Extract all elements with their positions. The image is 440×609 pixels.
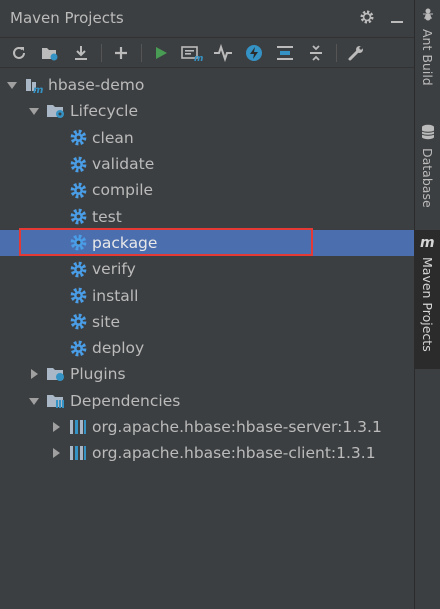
sidebar-tab-label: Maven Projects [420,257,435,352]
collapsed-arrow-icon[interactable] [28,368,40,380]
dependencies-label: Dependencies [70,391,181,410]
lifecycle-phase-deploy[interactable]: deploy [0,335,414,361]
expanded-arrow-icon[interactable] [28,105,40,117]
phase-label: compile [92,181,154,200]
gear-icon[interactable] [358,8,376,26]
svg-text:m: m [194,54,203,62]
run-icon[interactable] [148,40,174,66]
phase-label: site [92,312,120,331]
sidebar-tab-maven-projects[interactable]: m Maven Projects [415,230,440,369]
show-dependencies-icon[interactable] [272,40,298,66]
execute-goal-icon[interactable]: m [179,40,205,66]
tree-node-project[interactable]: m hbase-demo [0,72,414,98]
panel-title: Maven Projects [10,9,124,27]
dependency-label: org.apache.hbase:hbase-client:1.3.1 [92,444,376,463]
lifecycle-phase-clean[interactable]: clean [0,125,414,151]
lifecycle-phase-site[interactable]: site [0,309,414,335]
collapse-all-icon[interactable] [303,40,329,66]
maven-icon: m [420,234,436,253]
dependencies-folder-icon [46,391,66,411]
lifecycle-label: Lifecycle [70,102,138,121]
collapsed-arrow-icon[interactable] [50,421,62,433]
library-icon [68,443,88,463]
gear-icon [68,154,88,174]
maven-toolbar: m [0,38,414,68]
database-icon [421,124,435,144]
svg-text:m: m [420,235,435,249]
phase-label: clean [92,128,134,147]
plugins-folder-icon [46,364,66,384]
maven-project-icon: m [24,75,44,95]
lifecycle-phase-verify[interactable]: verify [0,256,414,282]
hide-panel-icon[interactable] [388,8,406,26]
phase-label: deploy [92,339,145,358]
lifecycle-phase-compile[interactable]: compile [0,177,414,203]
settings-wrench-icon[interactable] [343,40,369,66]
maven-projects-panel: Maven Projects m m hbase-demo Lifecycle … [0,0,414,609]
gear-icon [68,259,88,279]
ant-icon [421,6,435,25]
refresh-icon[interactable] [6,40,32,66]
lifecycle-phase-install[interactable]: install [0,282,414,308]
tree-node-dependencies[interactable]: Dependencies [0,388,414,414]
right-tool-window-bar: Ant Build Database m Maven Projects [414,0,440,609]
lifecycle-phase-test[interactable]: test [0,203,414,229]
maven-tree: m hbase-demo Lifecycle clean validate comp… [0,72,414,466]
project-label: hbase-demo [48,76,145,95]
phase-label: test [92,207,122,226]
sidebar-tab-ant-build[interactable]: Ant Build [415,6,440,86]
library-icon [68,417,88,437]
svg-text:m: m [33,85,43,94]
plugins-label: Plugins [70,365,126,384]
phase-label: validate [92,155,155,174]
gear-icon [68,286,88,306]
sidebar-tab-label: Ant Build [420,29,435,86]
phase-label: verify [92,260,136,279]
tree-node-dependency[interactable]: org.apache.hbase:hbase-client:1.3.1 [0,440,414,466]
tree-node-plugins[interactable]: Plugins [0,361,414,387]
expanded-arrow-icon[interactable] [28,395,40,407]
add-icon[interactable] [108,40,134,66]
skip-tests-icon[interactable] [241,40,267,66]
gear-icon [68,207,88,227]
lifecycle-folder-icon [46,101,66,121]
gear-icon [68,128,88,148]
lifecycle-phase-package[interactable]: package [0,229,414,257]
phase-label: package [92,233,158,252]
tree-node-dependency[interactable]: org.apache.hbase:hbase-server:1.3.1 [0,414,414,440]
generate-sources-icon[interactable] [37,40,63,66]
toggle-offline-icon[interactable] [210,40,236,66]
phase-label: install [92,286,139,305]
toolbar-separator [336,43,337,62]
download-icon[interactable] [68,40,94,66]
gear-icon [68,180,88,200]
toolbar-separator [141,43,142,62]
gear-icon [68,312,88,332]
collapsed-arrow-icon[interactable] [50,447,62,459]
tree-node-lifecycle[interactable]: Lifecycle [0,98,414,124]
lifecycle-phase-validate[interactable]: validate [0,151,414,177]
dependency-label: org.apache.hbase:hbase-server:1.3.1 [92,418,382,436]
sidebar-tab-database[interactable]: Database [415,124,440,208]
toolbar-separator [101,43,102,62]
sidebar-tab-label: Database [420,148,435,208]
expanded-arrow-icon[interactable] [6,79,18,91]
gear-icon [68,338,88,358]
gear-icon [68,233,88,253]
panel-header: Maven Projects [0,0,414,38]
